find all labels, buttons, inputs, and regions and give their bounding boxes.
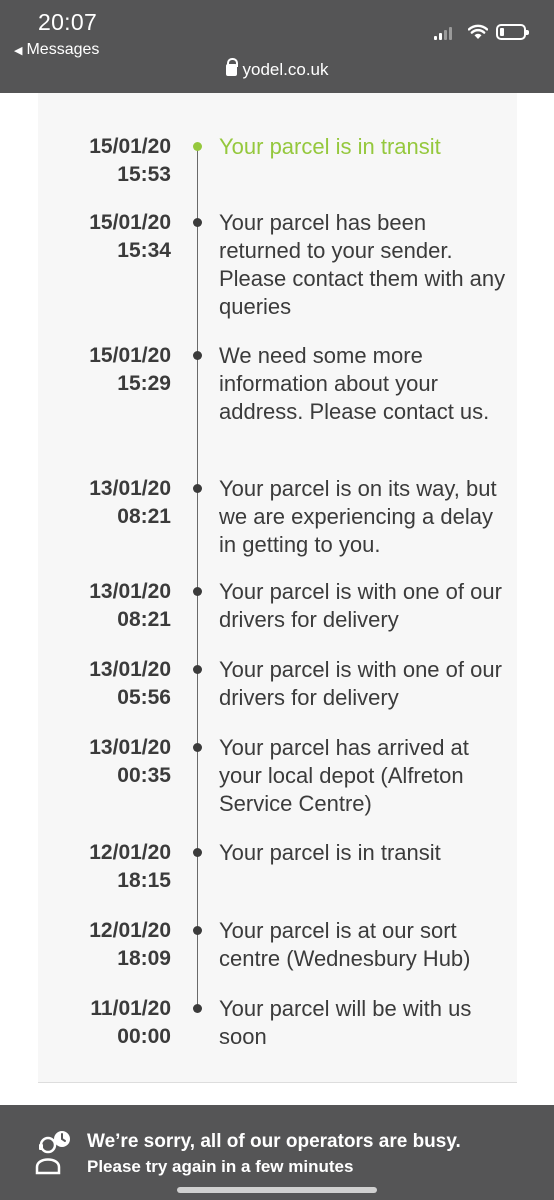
live-chat-bar[interactable]: We’re sorry, all of our operators are bu… bbox=[0, 1105, 554, 1200]
event-date: 13/01/20 bbox=[89, 658, 171, 681]
chat-status-subtitle: Please try again in a few minutes bbox=[87, 1157, 354, 1176]
event-datetime: 13/01/20 05:56 bbox=[40, 656, 171, 712]
timeline-dot bbox=[193, 351, 202, 360]
event-description: Your parcel is with one of our drivers f… bbox=[219, 579, 502, 632]
browser-header: 20:07 ◀ Messages yodel.co.uk bbox=[0, 0, 554, 93]
timeline-line bbox=[197, 148, 198, 1010]
event-description: Your parcel will be with us soon bbox=[219, 996, 472, 1049]
event-description: Your parcel has been returned to your se… bbox=[219, 210, 506, 319]
back-label: Messages bbox=[26, 41, 100, 58]
battery-icon bbox=[496, 24, 529, 40]
cellular-signal-icon bbox=[434, 26, 452, 40]
timeline-dot bbox=[193, 587, 202, 596]
chat-status-title: We’re sorry, all of our operators are bu… bbox=[87, 1131, 461, 1152]
support-agent-clock-icon bbox=[35, 1131, 70, 1175]
event-time: 15:34 bbox=[117, 239, 171, 262]
event-datetime: 15/01/20 15:53 bbox=[40, 133, 171, 189]
event-datetime: 13/01/20 00:35 bbox=[40, 734, 171, 790]
event-datetime: 15/01/20 15:29 bbox=[40, 342, 171, 398]
event-datetime: 11/01/20 00:00 bbox=[40, 995, 171, 1051]
event-datetime: 13/01/20 08:21 bbox=[40, 475, 171, 531]
event-datetime: 12/01/20 18:15 bbox=[40, 839, 171, 895]
event-date: 13/01/20 bbox=[89, 736, 171, 759]
event-time: 08:21 bbox=[117, 505, 171, 528]
timeline-dot bbox=[193, 484, 202, 493]
event-date: 13/01/20 bbox=[89, 580, 171, 603]
event-description: Your parcel is in transit bbox=[219, 840, 441, 865]
event-datetime: 15/01/20 15:34 bbox=[40, 209, 171, 265]
home-indicator[interactable] bbox=[177, 1187, 377, 1193]
back-to-messages-button[interactable]: ◀ Messages bbox=[14, 41, 99, 59]
event-description: Your parcel is in transit bbox=[219, 134, 441, 159]
lock-icon bbox=[225, 58, 238, 76]
timeline-dot bbox=[193, 926, 202, 935]
event-date: 13/01/20 bbox=[89, 477, 171, 500]
event-time: 15:29 bbox=[117, 372, 171, 395]
event-description: We need some more information about your… bbox=[219, 343, 490, 424]
event-description: Your parcel is with one of our drivers f… bbox=[219, 657, 502, 710]
event-date: 15/01/20 bbox=[89, 344, 171, 367]
event-description: Your parcel is at our sort centre (Wedne… bbox=[219, 918, 471, 971]
event-time: 15:53 bbox=[117, 163, 171, 186]
event-date: 12/01/20 bbox=[89, 919, 171, 942]
url-text: yodel.co.uk bbox=[242, 60, 329, 79]
event-time: 08:21 bbox=[117, 608, 171, 631]
event-datetime: 13/01/20 08:21 bbox=[40, 578, 171, 634]
wifi-icon bbox=[468, 24, 488, 39]
event-date: 11/01/20 bbox=[90, 997, 171, 1020]
back-arrow-icon: ◀ bbox=[14, 44, 23, 57]
timeline-dot bbox=[193, 665, 202, 674]
event-time: 00:35 bbox=[117, 764, 171, 787]
event-date: 15/01/20 bbox=[89, 211, 171, 234]
timeline-dot bbox=[193, 1004, 202, 1013]
event-time: 18:15 bbox=[117, 869, 171, 892]
event-description: Your parcel has arrived at your local de… bbox=[219, 735, 469, 816]
timeline-dot bbox=[193, 218, 202, 227]
event-description: Your parcel is on its way, but we are ex… bbox=[219, 476, 497, 557]
status-time: 20:07 bbox=[38, 9, 98, 35]
address-bar[interactable]: yodel.co.uk bbox=[0, 58, 554, 80]
event-time: 18:09 bbox=[117, 947, 171, 970]
event-date: 12/01/20 bbox=[89, 841, 171, 864]
event-time: 05:56 bbox=[117, 686, 171, 709]
event-datetime: 12/01/20 18:09 bbox=[40, 917, 171, 973]
current-status-dot bbox=[193, 142, 202, 151]
event-date: 15/01/20 bbox=[89, 135, 171, 158]
timeline-dot bbox=[193, 743, 202, 752]
timeline-dot bbox=[193, 848, 202, 857]
event-time: 00:00 bbox=[117, 1025, 171, 1048]
